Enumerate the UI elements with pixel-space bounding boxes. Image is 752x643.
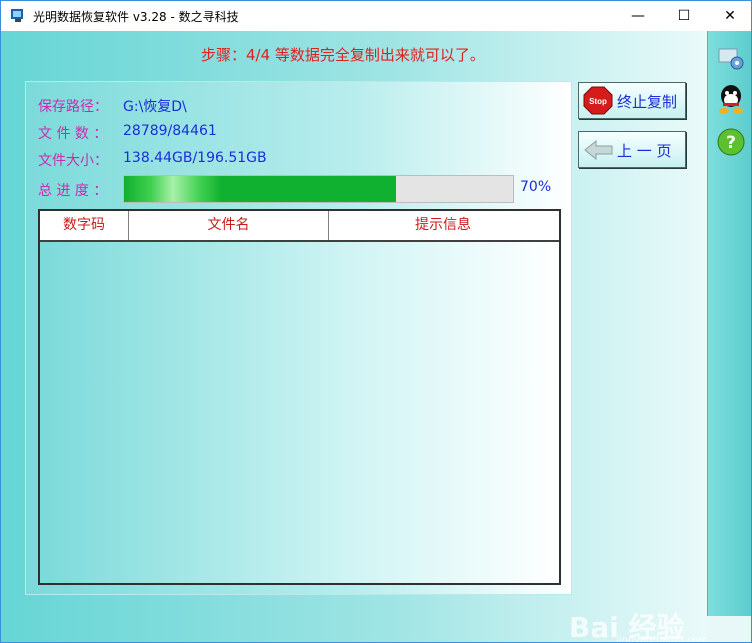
stop-copy-label: 终止复制 (617, 93, 678, 111)
file-size-label: 文件大小： (38, 153, 108, 169)
progress-percent: 70% (520, 179, 552, 195)
settings-icon[interactable] (716, 43, 746, 73)
app-window: 光明数据恢复软件 v3.28 - 数之寻科技 — ☐ ✕ 步骤：4/4 等数据完… (0, 0, 752, 643)
window-title: 光明数据恢复软件 v3.28 - 数之寻科技 (33, 10, 239, 24)
baidu-watermark-url: jingyan.baidu.com (616, 635, 709, 643)
minimize-button[interactable]: — (615, 1, 661, 31)
total-progress-bar (123, 175, 514, 203)
file-count-value: 28789/84461 (123, 123, 217, 139)
qq-icon[interactable] (716, 83, 746, 115)
stop-icon-text: Stop (589, 97, 607, 106)
right-toolbar-footer (707, 616, 751, 642)
file-list-table: 数字码 文件名 提示信息 (38, 209, 561, 585)
table-header: 数字码 文件名 提示信息 (40, 211, 559, 242)
total-progress-label: 总 进 度 ： (38, 183, 108, 199)
close-button[interactable]: ✕ (707, 1, 751, 31)
maximize-button[interactable]: ☐ (661, 1, 707, 31)
help-icon[interactable]: ? (716, 127, 746, 157)
column-header-code[interactable]: 数字码 (40, 211, 129, 240)
app-logo-icon (11, 9, 23, 22)
stop-copy-button[interactable]: Stop 终止复制 (578, 82, 686, 119)
table-body[interactable] (40, 242, 559, 583)
file-count-label: 文 件 数 ： (38, 126, 108, 142)
svg-text:?: ? (726, 133, 736, 153)
previous-page-button[interactable]: 上 一 页 (578, 131, 686, 168)
progress-fill (124, 176, 397, 202)
column-header-filename[interactable]: 文件名 (129, 211, 329, 240)
main-client-area: 步骤：4/4 等数据完全复制出来就可以了。 保存路径： G:\恢复D\ 文 件 … (1, 31, 709, 643)
back-arrow-icon (584, 140, 613, 160)
copy-progress-panel: 保存路径： G:\恢复D\ 文 件 数 ： 28789/84461 文件大小： … (25, 81, 572, 595)
stop-sign-icon: Stop (583, 86, 613, 115)
step-instruction: 步骤：4/4 等数据完全复制出来就可以了。 (201, 46, 485, 64)
title-bar: 光明数据恢复软件 v3.28 - 数之寻科技 — ☐ ✕ (1, 1, 751, 31)
save-path-label: 保存路径： (38, 99, 108, 115)
column-header-message[interactable]: 提示信息 (329, 211, 557, 240)
save-path-value: G:\恢复D\ (123, 99, 187, 115)
right-toolbar: ? (707, 31, 751, 616)
file-size-value: 138.44GB/196.51GB (123, 150, 267, 166)
previous-page-label: 上 一 页 (617, 142, 672, 160)
